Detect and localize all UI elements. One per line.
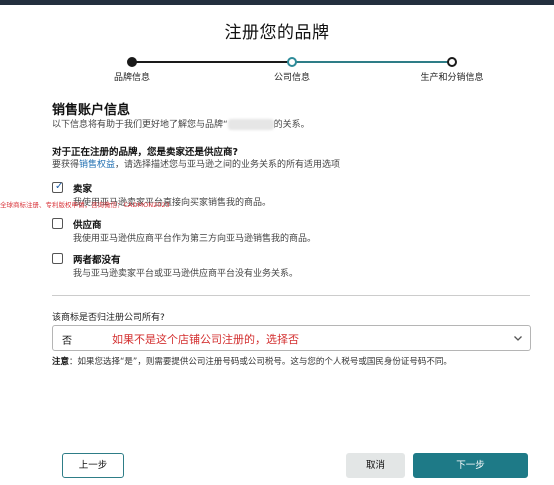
seller-checkbox[interactable]: ✓ <box>52 181 64 193</box>
vendor-checkbox[interactable] <box>52 218 63 229</box>
ownership-selected-value: 否 <box>62 336 72 347</box>
role-question-heading: 对于正在注册的品牌，您是卖家还是供应商? <box>52 147 239 158</box>
sales-rights-link[interactable]: 销售权益 <box>79 160 115 170</box>
section-desc-end: 的关系。 <box>273 120 310 130</box>
option-label: 供应商 <box>73 220 102 231</box>
cancel-button[interactable]: 取消 <box>346 453 405 478</box>
step-dot-company-info <box>287 57 297 67</box>
next-button[interactable]: 下一步 <box>413 453 528 478</box>
ownership-note: 注意：如果您选择“是”，则需要提供公司注册号码或公司税号。这与您的个人税号或国民… <box>52 355 452 367</box>
help-text-start: 要获得 <box>52 160 80 170</box>
option-description: 我与亚马逊卖家平台或亚马逊供应商平台没有业务关系。 <box>73 269 299 279</box>
section-divider <box>52 295 530 296</box>
ownership-select[interactable]: 否 如果不是这个店铺公司注册的，选择否 <box>52 325 531 351</box>
note-prefix: 注意 <box>52 357 70 367</box>
option-label: 两者都没有 <box>73 255 121 266</box>
watermark-text: 全球商标注册、专利版权申请，咨询微信：CADMON2023 <box>0 201 170 209</box>
step-label-brand-info: 品牌信息 <box>113 73 151 83</box>
previous-button[interactable]: 上一步 <box>62 453 124 478</box>
step-dot-production-info <box>447 57 457 67</box>
role-question-help: 要获得销售权益，请选择描述您与亚马逊之间的业务关系的所有适用选项 <box>52 157 340 170</box>
chevron-down-icon <box>514 336 522 341</box>
red-annotation: 如果不是这个店铺公司注册的，选择否 <box>112 333 299 346</box>
checkmark-icon: ✓ <box>55 181 64 192</box>
stepper-line-pending <box>292 61 451 63</box>
stepper-line-completed <box>132 61 291 63</box>
section-heading: 销售账户信息 <box>52 103 131 118</box>
step-label-company-info: 公司信息 <box>273 73 311 83</box>
ownership-question-label: 该商标是否归注册公司所有? <box>52 313 165 323</box>
neither-checkbox[interactable] <box>52 253 63 264</box>
option-description: 我使用亚马逊供应商平台作为第三方向亚马逊销售我的商品。 <box>73 234 317 244</box>
note-text: ：如果您选择“是”，则需要提供公司注册号码或公司税号。这与您的个人税号或国民身份… <box>69 357 452 367</box>
section-description: 以下信息将有助于我们更好地了解您与品牌“ 的关系。 <box>52 117 310 130</box>
progress-stepper: 品牌信息 公司信息 生产和分销信息 <box>0 0 554 90</box>
step-label-production-info: 生产和分销信息 <box>420 73 484 83</box>
section-desc-start: 以下信息将有助于我们更好地了解您与品牌“ <box>52 120 228 130</box>
step-dot-brand-info <box>127 57 137 67</box>
help-text-end: ，请选择描述您与亚马逊之间的业务关系的所有适用选项 <box>115 160 341 170</box>
redacted-brand-name <box>227 119 274 130</box>
option-label: 卖家 <box>73 184 93 195</box>
